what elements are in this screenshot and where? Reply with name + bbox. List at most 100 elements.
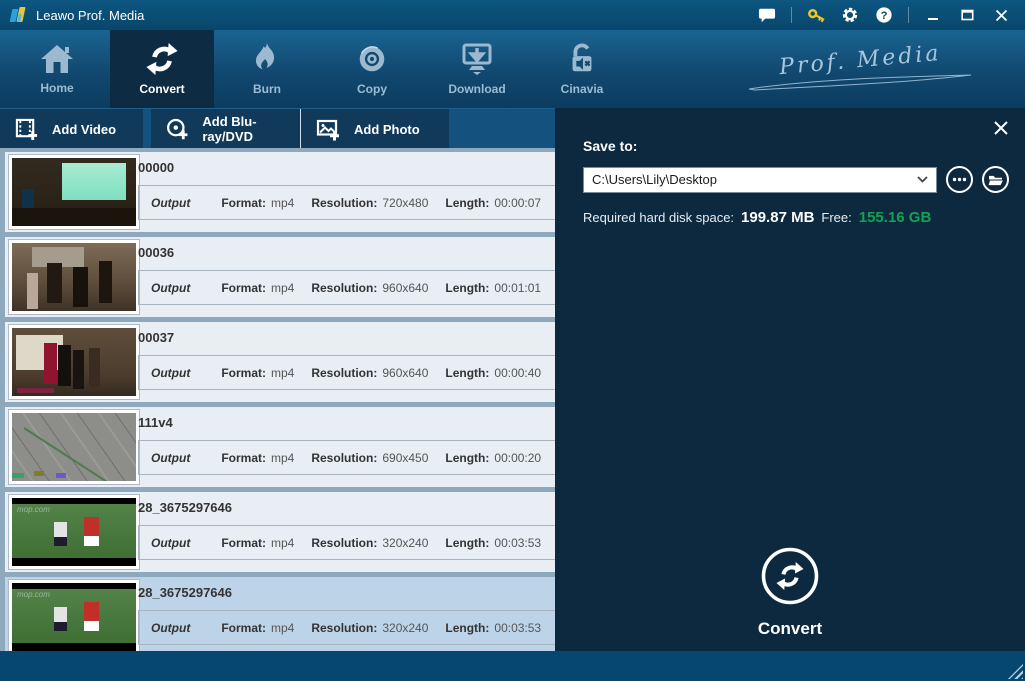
video-list: 00000 Output Format:mp4 Resolution:720x4…: [0, 148, 555, 651]
panel-close-icon[interactable]: [993, 120, 1011, 138]
video-info-row: Output Format:mp4 Resolution:720x480 Len…: [138, 185, 555, 220]
convert-button[interactable]: Convert: [555, 546, 1025, 639]
output-label: Output: [151, 536, 190, 550]
folder-icon: [988, 174, 1003, 186]
length-value: 00:01:01: [494, 281, 541, 295]
minimize-icon[interactable]: [923, 5, 943, 25]
format-value: mp4: [271, 621, 294, 635]
tab-label: Copy: [357, 82, 387, 96]
format-value: mp4: [271, 451, 294, 465]
message-icon: [758, 7, 776, 24]
add-video-label: Add Video: [52, 122, 116, 137]
convert-icon: [145, 42, 179, 76]
list-item[interactable]: 00037 Output Format:mp4 Resolution:960x6…: [5, 322, 555, 402]
copy-icon: [355, 42, 389, 76]
list-item[interactable]: 00036 Output Format:mp4 Resolution:960x6…: [5, 237, 555, 317]
list-item[interactable]: 111v4 Output Format:mp4 Resolution:690x4…: [5, 407, 555, 487]
tab-convert[interactable]: Convert: [110, 30, 214, 108]
length-value: 00:03:53: [494, 621, 541, 635]
thumbnail-art: mop.com: [12, 583, 136, 651]
video-thumbnail: [9, 155, 139, 229]
resolution-value: 960x640: [382, 281, 428, 295]
register-key-icon[interactable]: [806, 5, 826, 25]
video-title: 28_3675297646: [138, 585, 232, 600]
close-icon[interactable]: [991, 5, 1011, 25]
window-title: Leawo Prof. Media: [36, 8, 144, 23]
video-info-row: Output Format:mp4 Resolution:960x640 Len…: [138, 270, 555, 305]
resolution-value: 720x480: [382, 196, 428, 210]
toolbar: Add Video Add Blu-ray/DVD Add Photo: [0, 108, 555, 148]
output-label: Output: [151, 621, 190, 635]
settings-gear-icon: [841, 6, 859, 24]
add-bluray-dvd-button[interactable]: Add Blu-ray/DVD: [151, 109, 300, 149]
video-title: 00036: [138, 245, 174, 260]
status-bar: [0, 651, 1025, 681]
thumbnail-watermark: mop.com: [17, 505, 50, 514]
download-icon: [459, 42, 495, 76]
burn-icon: [250, 42, 284, 76]
format-value: mp4: [271, 366, 294, 380]
resolution-value: 960x640: [382, 366, 428, 380]
tab-label: Download: [448, 82, 505, 96]
save-to-label: Save to:: [583, 138, 1025, 154]
add-bluray-label: Add Blu-ray/DVD: [202, 114, 300, 144]
video-title: 00037: [138, 330, 174, 345]
cinavia-icon: [565, 42, 599, 76]
settings-gear-icon[interactable]: [840, 5, 860, 25]
toolbar-spacer: [449, 109, 555, 148]
length-value: 00:00:20: [494, 451, 541, 465]
maximize-icon: [961, 9, 974, 21]
leawo-logo-icon: [10, 7, 28, 23]
tab-copy[interactable]: Copy: [320, 30, 424, 108]
convert-icon: [760, 546, 820, 606]
add-bluray-icon: [166, 117, 188, 141]
output-label: Output: [151, 366, 190, 380]
list-item[interactable]: 00000 Output Format:mp4 Resolution:720x4…: [5, 152, 555, 232]
video-thumbnail: [9, 240, 139, 314]
thumbnail-art: [12, 243, 136, 311]
thumbnail-art: [12, 328, 136, 396]
maximize-icon[interactable]: [957, 5, 977, 25]
video-thumbnail: [9, 410, 139, 484]
video-thumbnail: mop.com: [9, 495, 139, 569]
output-label: Output: [151, 281, 190, 295]
open-folder-button[interactable]: [982, 166, 1009, 193]
tab-label: Burn: [253, 82, 281, 96]
video-title: 00000: [138, 160, 174, 175]
output-label: Output: [151, 451, 190, 465]
tab-home[interactable]: Home: [5, 30, 109, 108]
resize-grip[interactable]: [1008, 664, 1023, 679]
add-photo-button[interactable]: Add Photo: [301, 109, 449, 149]
tab-download[interactable]: Download: [425, 30, 529, 108]
browse-folder-button[interactable]: [946, 166, 973, 193]
message-icon[interactable]: [757, 5, 777, 25]
video-info-row: Output Format:mp4 Resolution:960x640 Len…: [138, 355, 555, 390]
thumbnail-art: mop.com: [12, 498, 136, 566]
ellipsis-icon: [952, 177, 967, 182]
tab-cinavia[interactable]: Cinavia: [530, 30, 634, 108]
free-space-value: 155.16 GB: [859, 209, 932, 226]
video-thumbnail: [9, 325, 139, 399]
help-icon[interactable]: ?: [874, 5, 894, 25]
output-label: Output: [151, 196, 190, 210]
length-value: 00:03:53: [494, 536, 541, 550]
format-value: mp4: [271, 196, 294, 210]
close-icon: [993, 120, 1009, 136]
convert-button-label: Convert: [555, 619, 1025, 639]
list-item-selected[interactable]: mop.com 28_3675297646 Output Format:mp4 …: [5, 577, 555, 651]
resolution-value: 320x240: [382, 621, 428, 635]
save-path-select[interactable]: C:\Users\Lily\Desktop: [583, 167, 937, 193]
add-photo-icon: [316, 118, 340, 141]
video-info-row: Output Format:mp4 Resolution:320x240 Len…: [138, 610, 555, 645]
titlebar-divider: [908, 7, 909, 23]
main-navigation: Home Convert Burn Copy: [0, 30, 1025, 108]
add-photo-label: Add Photo: [354, 122, 420, 137]
video-title: 111v4: [138, 415, 173, 430]
title-bar: Leawo Prof. Media ?: [0, 0, 1025, 30]
video-thumbnail: mop.com: [9, 580, 139, 651]
required-space-label: Required hard disk space:: [583, 210, 734, 225]
list-item[interactable]: mop.com 28_3675297646 Output Format:mp4 …: [5, 492, 555, 572]
chevron-down-icon: [917, 176, 928, 183]
add-video-button[interactable]: Add Video: [0, 109, 143, 149]
tab-burn[interactable]: Burn: [215, 30, 319, 108]
